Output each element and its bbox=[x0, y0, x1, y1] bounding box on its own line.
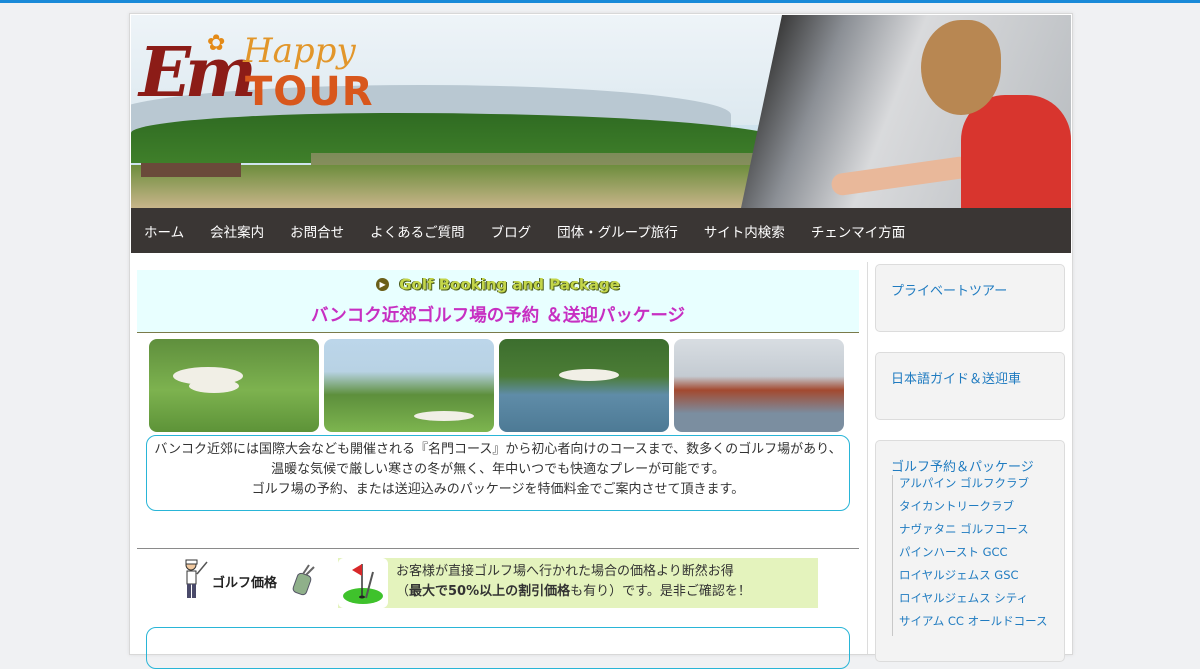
golf-flag-icon bbox=[338, 558, 388, 608]
nav-group-travel[interactable]: 団体・グループ旅行 bbox=[544, 221, 691, 241]
sidebar-item-golf-course[interactable]: サイアム CC オールドコース bbox=[899, 613, 1048, 636]
discount-notice: お客様が直接ゴルフ場へ行かれた場合の価格より断然お得 （最大で50%以上の割引価… bbox=[338, 558, 818, 608]
main-content: ▶ Golf Booking and Package バンコク近郊ゴルフ場の予約… bbox=[131, 262, 868, 669]
nav-chiangmai[interactable]: チェンマイ方面 bbox=[798, 221, 919, 241]
nav-blog[interactable]: ブログ bbox=[478, 221, 545, 241]
logo-tour-text: TOUR bbox=[245, 69, 374, 115]
notice-line1: お客様が直接ゴルフ場へ行かれた場合の価格より断然お得 bbox=[396, 564, 734, 579]
sidebar-item-golf-course[interactable]: ロイヤルジェムス GSC bbox=[899, 567, 1048, 590]
sidebar-link-guide-transfer[interactable]: 日本語ガイド＆送迎車 bbox=[891, 368, 1021, 387]
sidebar-link-private-tour[interactable]: プライベートツアー bbox=[891, 280, 1007, 299]
next-content-box bbox=[146, 627, 850, 669]
sidebar-item-golf-course[interactable]: パインハースト GCC bbox=[899, 544, 1048, 567]
nav-site-search[interactable]: サイト内検索 bbox=[691, 221, 798, 241]
golf-price-section: ゴルフ価格 お客様が直接ゴルフ場へ行かれた場合の価格より断然お得 （最大で50%… bbox=[137, 556, 859, 616]
logo-happy-text: Happy bbox=[243, 31, 356, 71]
discount-highlight: 最大で50%以上の割引価格 bbox=[409, 584, 571, 599]
top-accent-line bbox=[0, 0, 1200, 3]
golf-course-photo[interactable] bbox=[149, 339, 319, 432]
intro-line: 温暖な気候で厳しい寒さの冬が無く、年中いつでも快適なプレーが可能です。 bbox=[271, 462, 725, 477]
play-icon: ▶ bbox=[376, 278, 390, 291]
nav-faq[interactable]: よくあるご質問 bbox=[357, 221, 478, 241]
golf-heading-jp: バンコク近郊ゴルフ場の予約 ＆送迎パッケージ bbox=[310, 306, 686, 326]
section-divider bbox=[137, 548, 859, 549]
golf-heading-en: Golf Booking and Package bbox=[399, 275, 620, 294]
golf-course-photo[interactable] bbox=[324, 339, 494, 432]
nav-home[interactable]: ホーム bbox=[131, 221, 197, 241]
sidebar-item-golf-course[interactable]: ナヴァタニ ゴルフコース bbox=[899, 521, 1048, 544]
golf-bag-icon bbox=[292, 564, 315, 596]
page-container: Em ✿ Happy TOUR ホーム 会社案内 お問合せ よくあるご質問 ブロ… bbox=[129, 13, 1073, 669]
maple-leaf-icon: ✿ bbox=[207, 31, 226, 56]
nav-contact[interactable]: お問合せ bbox=[277, 221, 357, 241]
nav-company[interactable]: 会社案内 bbox=[197, 221, 277, 241]
site-logo[interactable]: Em ✿ Happy TOUR bbox=[139, 25, 399, 120]
sidebar-box-golf: ゴルフ予約＆パッケージ アルパイン ゴルフクラブ タイカントリークラブ ナヴァタ… bbox=[875, 440, 1065, 662]
golf-heading-panel: ▶ Golf Booking and Package バンコク近郊ゴルフ場の予約… bbox=[137, 270, 859, 333]
golf-course-list: アルパイン ゴルフクラブ タイカントリークラブ ナヴァタニ ゴルフコース パイン… bbox=[892, 475, 1048, 636]
intro-line: バンコク近郊には国際大会なども開催される『名門コース』から初心者向けのコースまで… bbox=[154, 442, 842, 457]
sidebar-link-golf[interactable]: ゴルフ予約＆パッケージ bbox=[891, 456, 1034, 475]
header-banner: Em ✿ Happy TOUR bbox=[131, 15, 1071, 208]
logo-mark: Em bbox=[139, 33, 257, 113]
golf-course-photo[interactable] bbox=[499, 339, 669, 432]
golf-price-link[interactable]: ゴルフ価格 bbox=[212, 572, 277, 591]
golf-photo-strip bbox=[149, 339, 849, 432]
notice-line2: （最大で50%以上の割引価格も有り）です。是非ご確認を！ bbox=[396, 584, 751, 599]
sidebar-item-golf-course[interactable]: タイカントリークラブ bbox=[899, 498, 1048, 521]
golfer-icon bbox=[185, 559, 208, 598]
sidebar-item-golf-course[interactable]: ロイヤルジェムス シティ bbox=[899, 590, 1048, 613]
sidebar-box-private-tour: プライベートツアー bbox=[875, 264, 1065, 332]
clubhouse-photo[interactable] bbox=[674, 339, 844, 432]
main-nav: ホーム 会社案内 お問合せ よくあるご質問 ブログ 団体・グループ旅行 サイト内… bbox=[131, 208, 1071, 253]
golf-intro-box: バンコク近郊には国際大会なども開催される『名門コース』から初心者向けのコースまで… bbox=[146, 435, 850, 511]
notice-text: お客様が直接ゴルフ場へ行かれた場合の価格より断然お得 （最大で50%以上の割引価… bbox=[396, 562, 751, 602]
sidebar-box-guide: 日本語ガイド＆送迎車 bbox=[875, 352, 1065, 420]
intro-line: ゴルフ場の予約、または送迎込みのパッケージを特価料金でご案内させて頂きます。 bbox=[251, 482, 745, 497]
sidebar-item-golf-course[interactable]: アルパイン ゴルフクラブ bbox=[899, 475, 1048, 498]
